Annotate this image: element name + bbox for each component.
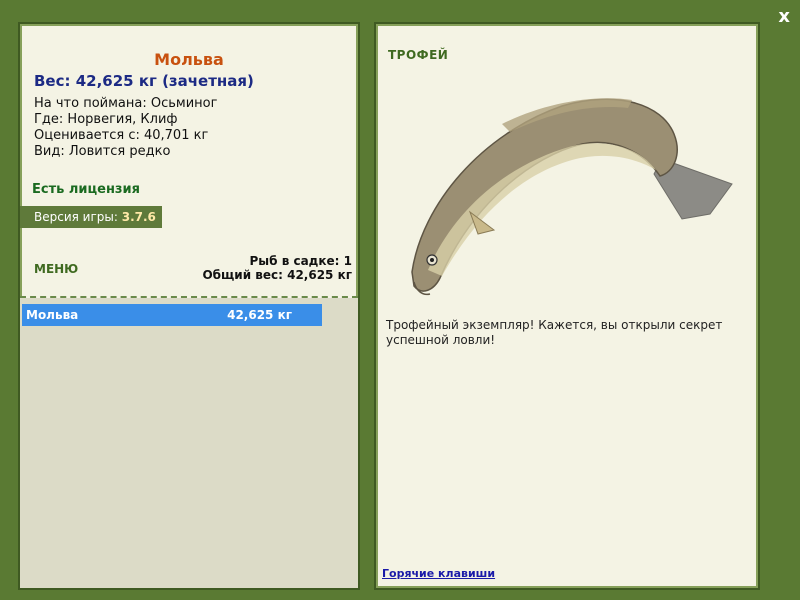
location: Где: Норвегия, Клиф xyxy=(34,112,178,127)
hotkeys-link[interactable]: Горячие клавиши xyxy=(382,567,495,580)
list-item-weight: 42,625 кг xyxy=(227,308,292,322)
fish-title: Мольва xyxy=(154,50,224,69)
total-weight: Общий вес: 42,625 кг xyxy=(202,268,352,282)
version-label: Версия игры: xyxy=(34,210,118,224)
list-item[interactable]: Мольва 42,625 кг xyxy=(22,304,322,326)
version-value: 3.7.6 xyxy=(121,210,156,224)
license-status: Есть лицензия xyxy=(32,182,140,197)
menu-button[interactable]: МЕНЮ xyxy=(34,262,78,276)
evaluated-from: Оценивается с: 40,701 кг xyxy=(34,128,209,143)
list-item-name: Мольва xyxy=(26,308,79,322)
fish-count: Рыб в садке: 1 xyxy=(249,254,353,268)
keepnet-stats: Рыб в садке: 1 Общий вес: 42,625 кг xyxy=(202,254,352,282)
trophy-heading: ТРОФЕЙ xyxy=(388,48,449,62)
fish-image xyxy=(411,98,733,296)
trophy-panel: ТРОФЕЙ Трофейный экземпляр! Кажется, вы … xyxy=(374,22,760,590)
fish-list: Мольва 42,625 кг xyxy=(20,298,358,588)
fish-weight: Вес: 42,625 кг (зачетная) xyxy=(34,72,254,90)
fish-details: На что поймана: Осьминог Где: Норвегия, … xyxy=(34,96,217,160)
game-version: Версия игры: 3.7.6 xyxy=(20,206,162,228)
rarity: Вид: Ловится редко xyxy=(34,144,171,159)
caught-on: На что поймана: Осьминог xyxy=(34,96,218,111)
fish-info-panel: Мольва Вес: 42,625 кг (зачетная) На что … xyxy=(18,22,360,590)
trophy-description: Трофейный экземпляр! Кажется, вы открыли… xyxy=(386,318,723,347)
close-button[interactable]: x xyxy=(778,6,790,27)
